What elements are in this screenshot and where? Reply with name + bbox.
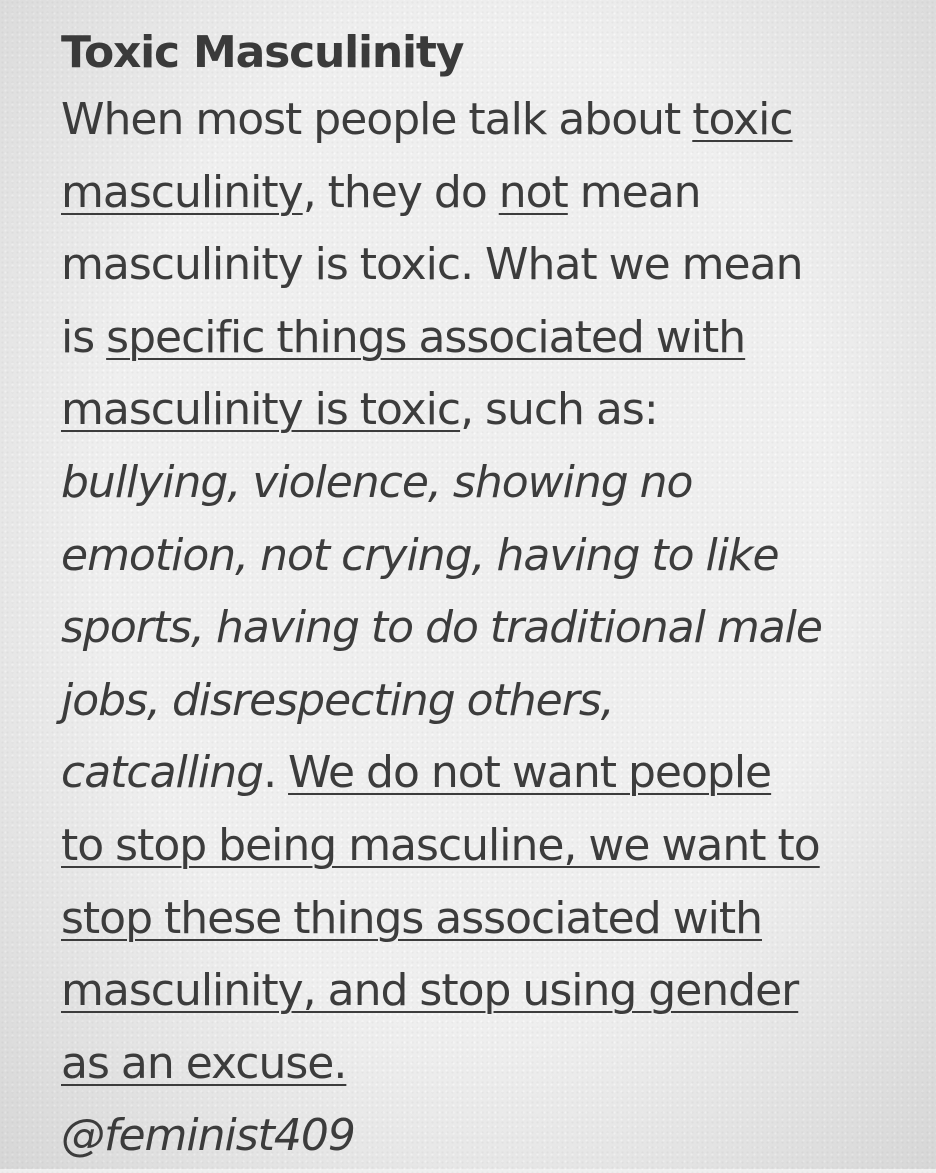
underlined-phrase: specific things associated with: [106, 311, 746, 363]
underlined-phrase: toxic: [692, 94, 793, 145]
underlined-phrase: masculinity is toxic: [61, 384, 461, 436]
note-title: Toxic Masculinity: [61, 27, 464, 78]
underlined-phrase: not: [498, 166, 569, 218]
underlined-phrase: stop these things associated with: [61, 892, 763, 944]
text-segment: , they do: [302, 166, 499, 218]
italic-examples: catcalling: [61, 747, 264, 799]
text-segment: When most people talk about: [61, 94, 693, 145]
text-segment: masculinity is toxic. What we mean: [61, 239, 803, 291]
note-body: When most people talk about toxic masculi…: [61, 84, 911, 1173]
underlined-phrase: to stop being masculine, we want to: [61, 819, 821, 871]
italic-examples: bullying, violence, showing no: [61, 456, 693, 508]
note-content: Toxic Masculinity When most people talk …: [61, 22, 911, 1173]
author-handle: @feminist409: [61, 1110, 356, 1162]
italic-examples: emotion, not crying, having to like: [61, 529, 780, 581]
text-segment: is: [61, 311, 107, 363]
underlined-phrase: masculinity, and stop using gender: [61, 965, 799, 1017]
italic-examples: jobs, disrespecting others,: [61, 674, 615, 726]
text-segment: , such as:: [460, 384, 659, 436]
underlined-phrase: masculinity: [61, 166, 304, 218]
text-segment: mean: [567, 166, 702, 218]
underlined-phrase: as an excuse.: [61, 1037, 347, 1089]
italic-examples: sports, having to do traditional male: [61, 602, 823, 654]
text-segment: .: [263, 747, 289, 799]
underlined-phrase: We do not want people: [288, 747, 772, 799]
